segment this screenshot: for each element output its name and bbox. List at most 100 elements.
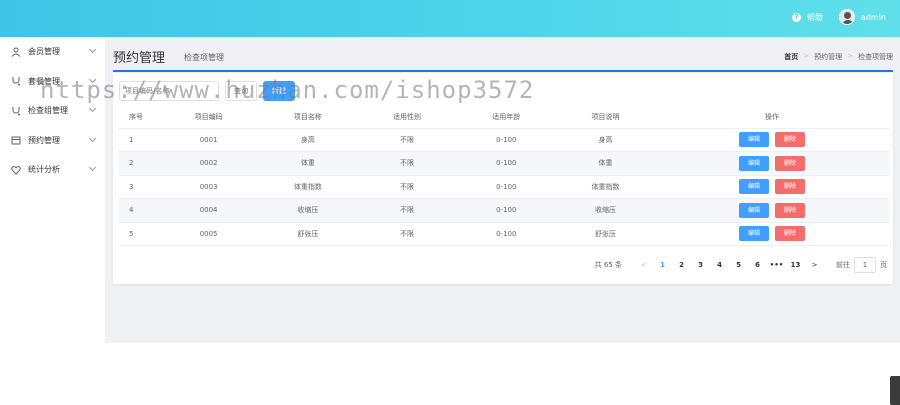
column-header: 项目说明 [555,107,656,129]
cell-index: 1 [119,128,159,152]
top-bar: ? 帮助 admin [0,0,900,37]
sidebar-item-label: 会员管理 [28,47,60,57]
table-row: 4 0004 收缩压 不限 0-100 收缩压 编辑 删除 [119,198,889,223]
cell-actions: 编辑 删除 [655,128,889,152]
breadcrumb-item: 检查项管理 [858,53,893,61]
sidebar-item-label: 统计分析 [28,165,60,175]
cell-actions: 编辑 删除 [655,175,889,199]
page-number[interactable]: 6 [748,261,767,269]
edit-button[interactable]: 编辑 [739,179,770,195]
cell-sex: 不限 [357,151,457,176]
cell-actions: 编辑 删除 [655,222,889,246]
edit-button[interactable]: 编辑 [739,155,770,171]
edit-button[interactable]: 编辑 [739,202,770,218]
chevron-down-icon [88,75,97,83]
edit-button[interactable]: 编辑 [739,132,770,148]
cell-index: 2 [119,151,159,176]
chevron-down-icon [88,45,97,54]
delete-button[interactable]: 删除 [775,155,806,171]
sidebar-item-check-groups[interactable]: 检查组管理 [0,96,105,126]
chevron-down-icon [88,134,97,142]
cell-name: 体重 [258,151,358,176]
sidebar-item-label: 预约管理 [28,135,60,145]
edit-button[interactable]: 编辑 [739,226,770,242]
heartbeat-icon [11,165,21,175]
cell-desc: 身高 [555,128,656,152]
chevron-down-icon [88,163,97,172]
sidebar-item-statistics[interactable]: 统计分析 [0,155,105,185]
table-row: 1 0001 身高 不限 0-100 身高 编辑 删除 [119,128,889,152]
cell-desc: 舒张压 [555,222,656,246]
cell-desc: 体重 [555,151,656,176]
page-title: 预约管理 [113,51,166,66]
new-button[interactable]: 新建 [263,81,295,101]
topbar-right: ? 帮助 admin [791,9,886,25]
goto-suffix: 页 [880,261,887,269]
user-name[interactable]: admin [861,13,886,22]
table-row: 3 0003 体重指数 不限 0-100 体重指数 编辑 删除 [119,175,889,199]
pagination-total: 共 65 条 [594,261,622,269]
toolbar: 查询 新建 [119,81,295,101]
help-icon[interactable]: ? [791,12,801,22]
cell-code: 0005 [159,222,259,246]
page-number[interactable]: 2 [672,261,691,269]
goto-page-input[interactable]: 1 [854,257,876,273]
calendar-icon [11,136,21,145]
user-icon [11,47,21,57]
query-button[interactable]: 查询 [225,81,257,101]
column-header: 项目名称 [258,107,358,129]
next-page-icon[interactable]: > [805,261,824,269]
cell-code: 0001 [159,128,259,152]
delete-button[interactable]: 删除 [775,179,806,195]
pagination: 共 65 条 < 1 2 3 4 5 6 ••• 13 > 前往 1 页 [595,257,887,273]
page-number[interactable]: 1 [653,261,672,269]
content-card: 查询 新建 序号 项目编码 项目名称 适用性别 适用年龄 项目说明 操作 1 0… [113,73,893,284]
page-number[interactable]: 13 [786,261,805,269]
cell-code: 0003 [159,175,259,199]
cell-sex: 不限 [357,175,457,199]
cell-sex: 不限 [357,222,457,246]
search-input[interactable] [119,81,219,101]
delete-button[interactable]: 删除 [775,202,806,218]
page-number[interactable]: 3 [691,261,710,269]
prev-page-icon[interactable]: < [634,261,653,269]
page-number[interactable]: 5 [729,261,748,269]
main-content: 预约管理 检查项管理 首页 > 预约管理 > 检查项管理 查询 新建 序号 项目… [105,37,900,343]
help-link[interactable]: 帮助 [807,12,823,23]
goto-page: 前往 1 页 [836,257,887,273]
sidebar-item-reservations[interactable]: 预约管理 [0,126,105,156]
stethoscope-icon [12,77,20,86]
side-widget[interactable] [890,376,900,405]
breadcrumb-separator: > [847,52,853,60]
cell-name: 体重指数 [258,175,358,199]
breadcrumb-home[interactable]: 首页 [784,52,798,62]
delete-button[interactable]: 删除 [775,226,806,242]
sidebar-item-members[interactable]: 会员管理 [0,37,105,67]
page-number[interactable]: 4 [710,261,729,269]
cell-actions: 编辑 删除 [655,151,889,176]
sidebar-item-label: 套餐管理 [28,76,60,86]
cell-name: 舒张压 [258,222,358,246]
column-header: 操作 [655,107,889,129]
cell-index: 5 [119,222,159,246]
more-pages-icon[interactable]: ••• [767,261,786,269]
column-header: 适用年龄 [456,107,556,129]
avatar[interactable] [838,9,855,25]
cell-index: 4 [119,198,159,223]
chevron-down-icon [88,104,97,113]
cell-age: 0-100 [456,151,556,176]
cell-age: 0-100 [456,198,556,223]
page-header: 预约管理 检查项管理 首页 > 预约管理 > 检查项管理 [113,45,893,73]
cell-sex: 不限 [357,198,457,223]
delete-button[interactable]: 删除 [775,132,806,148]
cell-desc: 体重指数 [555,175,656,199]
table-row: 2 0002 体重 不限 0-100 体重 编辑 删除 [119,151,889,176]
table-row: 5 0005 舒张压 不限 0-100 舒张压 编辑 删除 [119,222,889,246]
breadcrumb: 首页 > 预约管理 > 检查项管理 [784,52,893,62]
goto-label: 前往 [836,261,850,269]
cell-age: 0-100 [456,175,556,199]
cell-index: 3 [119,175,159,199]
sidebar-item-packages[interactable]: 套餐管理 [0,67,105,97]
cell-name: 收缩压 [258,198,358,223]
breadcrumb-item[interactable]: 预约管理 [814,52,842,62]
